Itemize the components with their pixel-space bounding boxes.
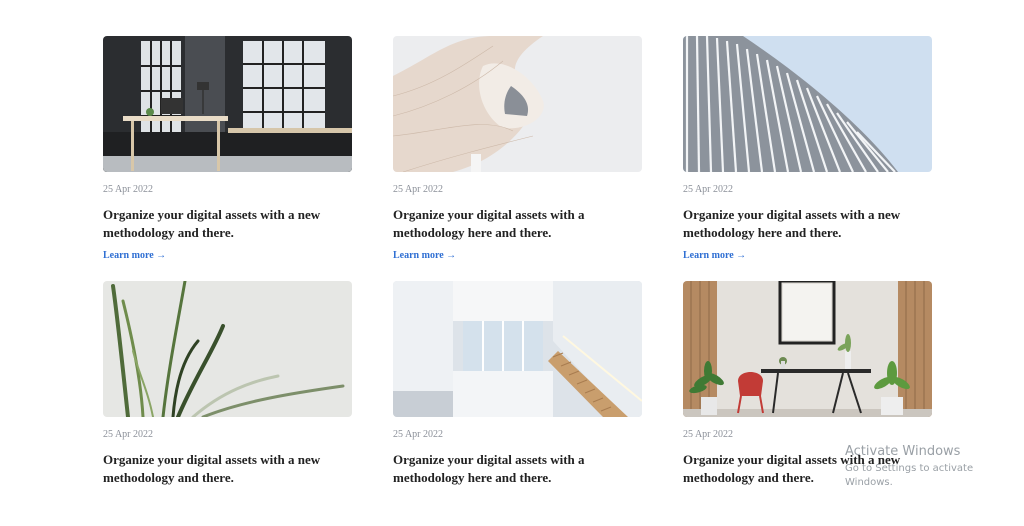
living-room-image[interactable] (683, 281, 932, 417)
plant-leaves-image[interactable] (103, 281, 352, 417)
blog-card[interactable]: 25 Apr 2022 Organize your digital assets… (103, 36, 352, 281)
post-title[interactable]: Organize your digital assets with a meth… (393, 206, 633, 242)
post-date: 25 Apr 2022 (393, 184, 443, 195)
post-title[interactable]: Organize your digital assets with a meth… (393, 451, 633, 487)
post-title[interactable]: Organize your digital assets with a new … (683, 206, 923, 242)
blog-card-grid: 25 Apr 2022 Organize your digital assets… (103, 36, 932, 526)
watermark-title: Activate Windows (845, 444, 961, 459)
post-date: 25 Apr 2022 (103, 429, 153, 440)
post-date: 25 Apr 2022 (103, 184, 153, 195)
ribbed-facade-image[interactable] (683, 36, 932, 172)
blog-card[interactable]: 25 Apr 2022 Organize your digital assets… (683, 36, 932, 281)
curved-building-image[interactable] (393, 36, 642, 172)
learn-more-link[interactable]: Learn more → (393, 250, 456, 261)
office-desk-image[interactable] (103, 36, 352, 172)
windows-activation-watermark: Activate Windows Go to Settings to activ… (845, 443, 1024, 490)
learn-more-link[interactable]: Learn more → (683, 250, 746, 261)
blog-card[interactable]: 25 Apr 2022 Organize your digital assets… (103, 281, 352, 526)
blog-card[interactable]: 25 Apr 2022 Organize your digital assets… (393, 36, 642, 281)
post-title[interactable]: Organize your digital assets with a new … (103, 206, 343, 242)
white-staircase-image[interactable] (393, 281, 642, 417)
post-title[interactable]: Organize your digital assets with a new … (103, 451, 343, 487)
post-date: 25 Apr 2022 (393, 429, 443, 440)
post-date: 25 Apr 2022 (683, 429, 733, 440)
learn-more-link[interactable]: Learn more → (103, 250, 166, 261)
watermark-subtitle: Go to Settings to activate Windows. (845, 463, 974, 488)
blog-card[interactable]: 25 Apr 2022 Organize your digital assets… (393, 281, 642, 526)
post-date: 25 Apr 2022 (683, 184, 733, 195)
